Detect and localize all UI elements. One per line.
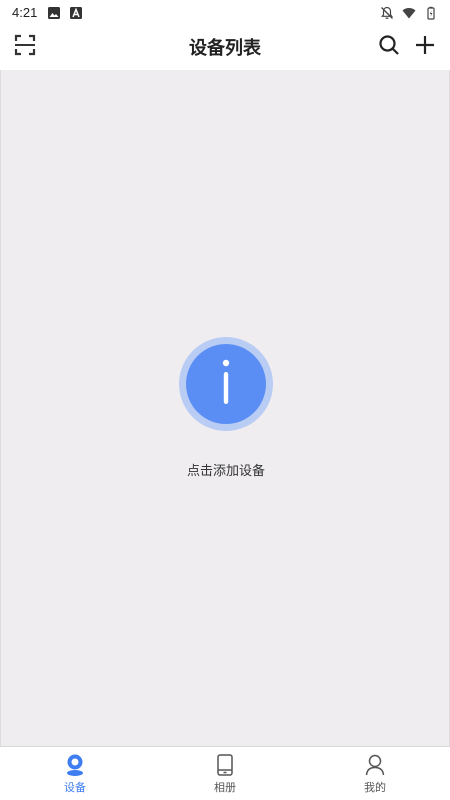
empty-message: 点击添加设备 (186, 464, 265, 479)
battery-icon (424, 5, 438, 20)
scan-icon (14, 34, 36, 60)
page-title: 设备列表 (189, 38, 261, 59)
wifi-icon (402, 5, 416, 19)
search-icon (378, 34, 400, 60)
add-button[interactable] (412, 34, 438, 60)
tab-profile[interactable]: 我的 (300, 747, 450, 800)
add-icon (414, 34, 436, 60)
device-list-area: 点击添加设备 (0, 70, 450, 746)
scan-button[interactable] (12, 34, 38, 60)
notifications-off-icon (380, 5, 394, 19)
app-bar: 设备列表 (0, 24, 450, 70)
status-bar: 4:21 (0, 0, 450, 24)
image-icon (47, 5, 61, 19)
info-icon (216, 357, 236, 411)
tab-label: 我的 (364, 780, 386, 794)
bottom-tab-bar: 设备 相册 我的 (0, 746, 450, 800)
tab-label: 设备 (64, 780, 86, 794)
user-icon (363, 753, 387, 777)
search-button[interactable] (376, 34, 402, 60)
add-device-button[interactable] (179, 337, 273, 431)
tab-album[interactable]: 相册 (150, 747, 300, 800)
tab-devices[interactable]: 设备 (0, 747, 150, 800)
phone-album-icon (213, 753, 237, 777)
device-location-icon (63, 753, 87, 777)
tab-label: 相册 (214, 780, 236, 794)
status-time: 4:21 (12, 4, 38, 20)
font-icon (69, 5, 83, 19)
